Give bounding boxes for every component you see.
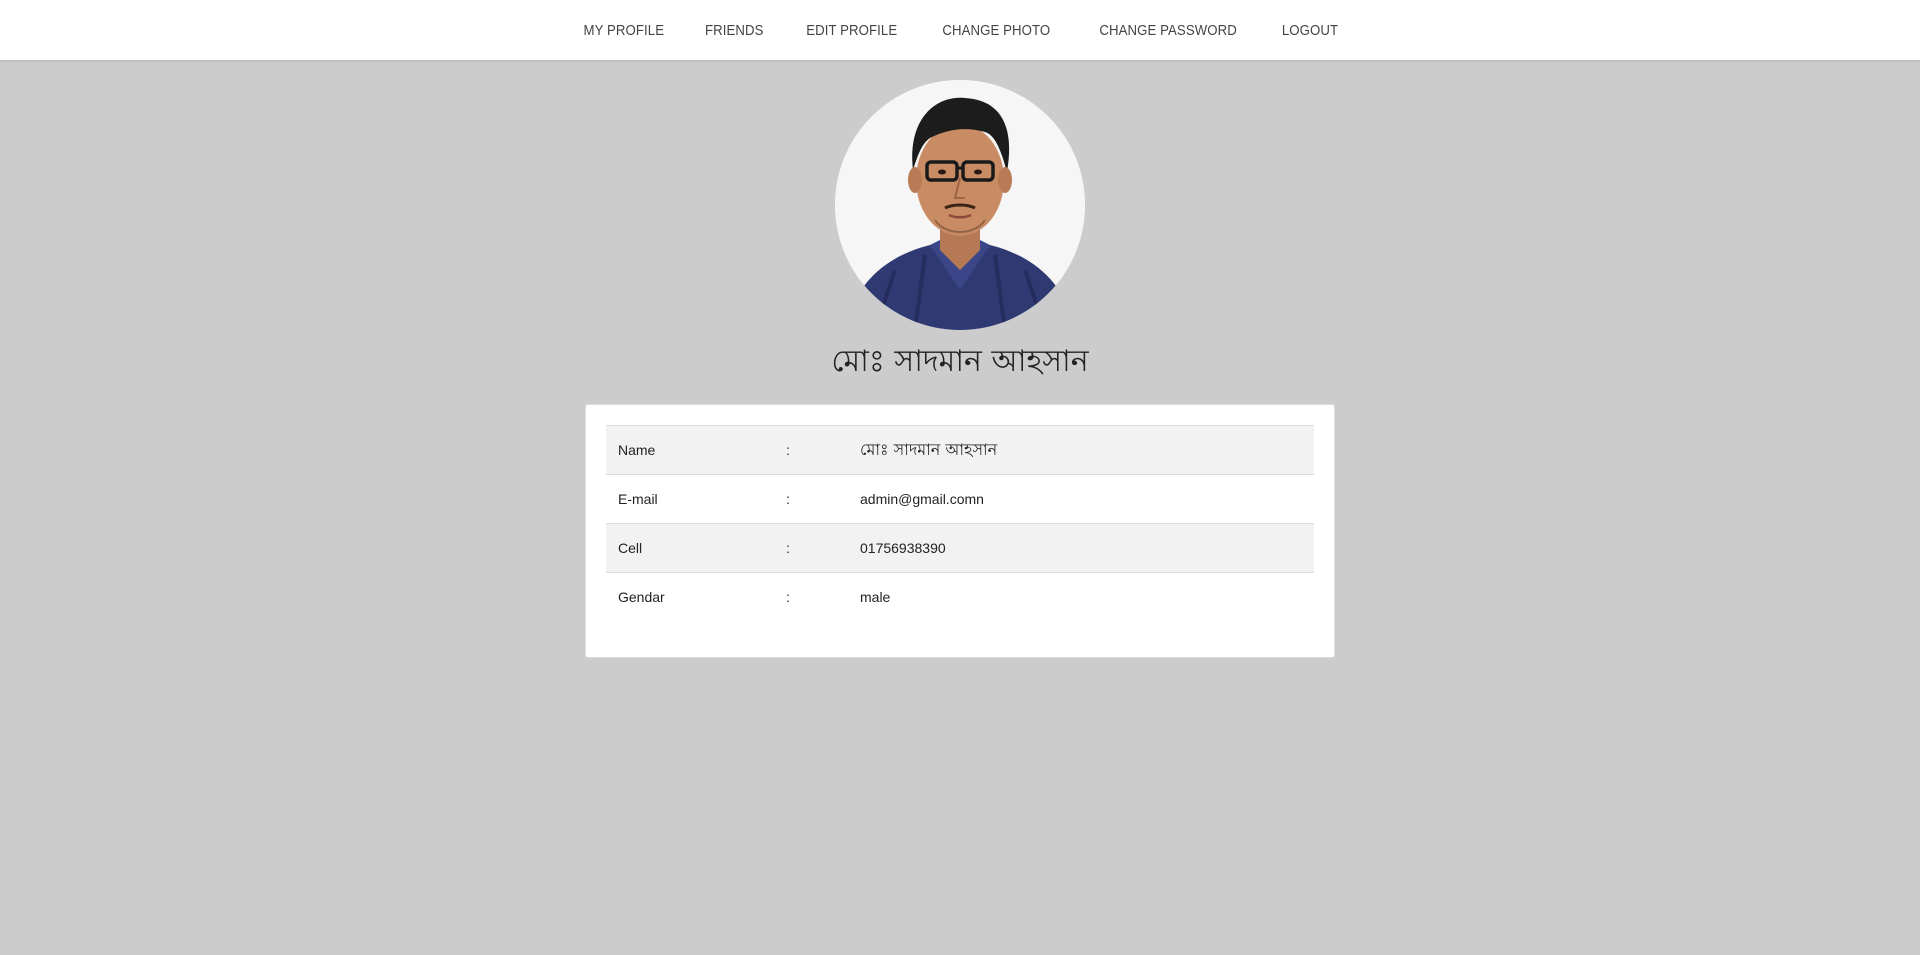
profile-details-table: Name : মোঃ সাদমান আহসান E-mail : admin@g… xyxy=(606,425,1314,622)
row-label-name: Name xyxy=(618,442,656,458)
row-value-cell: 01756938390 xyxy=(860,523,1314,573)
nav-change-password[interactable]: CHANGE PASSWORD xyxy=(1085,22,1251,39)
nav-change-photo[interactable]: CHANGE PHOTO xyxy=(929,22,1065,39)
profile-name-heading: মোঃ সাদমান আহসান xyxy=(831,344,1089,379)
nav-logout[interactable]: LOGOUT xyxy=(1268,22,1352,39)
row-separator: : xyxy=(786,523,860,573)
table-row: E-mail : admin@gmail.comn xyxy=(606,474,1314,524)
row-separator: : xyxy=(786,474,860,524)
table-row: Gendar : male xyxy=(606,572,1314,622)
row-separator: : xyxy=(786,442,790,458)
profile-photo-icon xyxy=(835,80,1085,330)
nav-my-profile[interactable]: MY PROFILE xyxy=(569,22,678,39)
nav-menu: MY PROFILE FRIENDS EDIT PROFILE CHANGE P… xyxy=(0,0,1920,60)
table-row: Cell : 01756938390 xyxy=(606,523,1314,573)
nav-friends[interactable]: FRIENDS xyxy=(691,22,778,39)
row-label-cell: Cell xyxy=(606,523,786,573)
row-value-name: মোঃ সাদমান আহসান xyxy=(860,439,998,459)
row-separator: : xyxy=(786,572,860,622)
row-value-gender: male xyxy=(860,572,1314,622)
nav-edit-profile[interactable]: EDIT PROFILE xyxy=(792,22,911,39)
profile-details-card: Name : মোঃ সাদমান আহসান E-mail : admin@g… xyxy=(585,404,1335,658)
row-value-email: admin@gmail.comn xyxy=(860,474,1314,524)
profile-avatar xyxy=(835,80,1085,330)
row-label-gender: Gendar xyxy=(606,572,786,622)
top-navigation: MY PROFILE FRIENDS EDIT PROFILE CHANGE P… xyxy=(0,0,1920,60)
row-label-email: E-mail xyxy=(606,474,786,524)
table-row: Name : মোঃ সাদমান আহসান xyxy=(606,425,1314,475)
